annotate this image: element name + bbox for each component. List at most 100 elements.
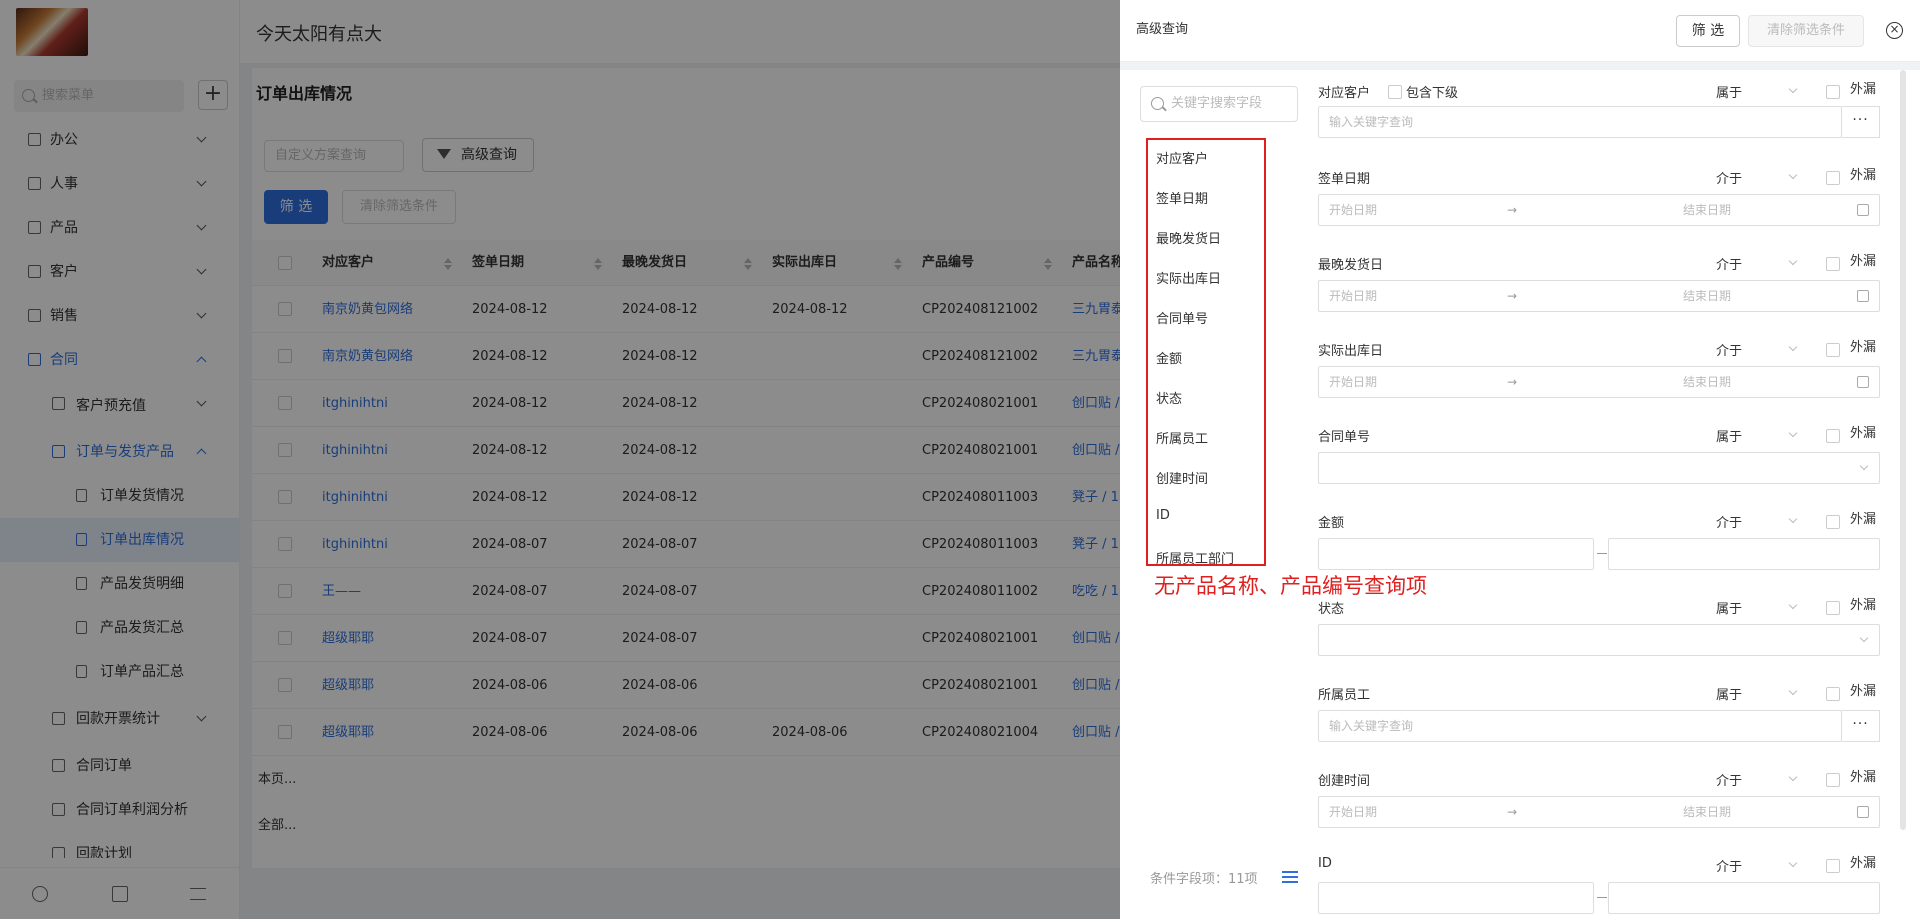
condition-count: 条件字段项：11项 [1150, 872, 1258, 887]
condition-label: 合同单号 [1318, 430, 1371, 445]
drawer-filter-button[interactable]: 筛 选 [1676, 15, 1740, 47]
exclude-label: 外漏 [1850, 856, 1877, 871]
exclude-checkbox[interactable] [1826, 343, 1840, 357]
operator-select[interactable]: 介于 [1716, 512, 1742, 531]
calendar-icon [1857, 290, 1869, 302]
drawer-header: 高级查询 筛 选 清除筛选条件 × [1120, 0, 1920, 62]
condition-label: 创建时间 [1318, 774, 1371, 789]
exclude-label: 外漏 [1850, 770, 1877, 785]
exclude-checkbox[interactable] [1826, 687, 1840, 701]
exclude-label: 外漏 [1850, 340, 1877, 355]
field-list-item[interactable]: 最晚发货日 [1156, 228, 1221, 247]
field-list-item[interactable]: 创建时间 [1156, 468, 1208, 487]
exclude-checkbox[interactable] [1826, 85, 1840, 99]
modal-overlay[interactable] [0, 0, 1120, 919]
status-select[interactable] [1318, 624, 1880, 656]
operator-select[interactable]: 介于 [1716, 168, 1742, 187]
more-button[interactable]: ··· [1842, 710, 1880, 742]
chevron-down-icon [1788, 428, 1798, 438]
settings-sliders-icon[interactable] [1282, 868, 1298, 884]
operator-select[interactable]: 介于 [1716, 770, 1742, 789]
exclude-checkbox[interactable] [1826, 773, 1840, 787]
start-date: 开始日期 [1329, 805, 1378, 819]
date-range-input[interactable]: 开始日期 → 结束日期 [1318, 366, 1880, 398]
condition-row-contract-no: 合同单号 属于 外漏 [1318, 426, 1892, 486]
end-date: 结束日期 [1683, 805, 1732, 819]
field-list-item[interactable]: ID [1156, 508, 1170, 523]
calendar-icon [1857, 376, 1869, 388]
field-list-item[interactable]: 所属员工部门 [1156, 548, 1234, 567]
close-icon[interactable]: × [1886, 22, 1903, 39]
operator-select[interactable]: 介于 [1716, 856, 1742, 875]
field-list-item[interactable]: 金额 [1156, 348, 1182, 367]
date-range-input[interactable]: 开始日期 → 结束日期 [1318, 796, 1880, 828]
condition-row-sign-date: 签单日期 介于 外漏 开始日期 → 结束日期 [1318, 168, 1892, 228]
condition-panel: 对应客户 包含下级 属于 外漏 输入关键字查询 ··· 签单日期 介于 外漏 开… [1318, 70, 1920, 919]
exclude-checkbox[interactable] [1826, 257, 1840, 271]
field-list-item[interactable]: 实际出库日 [1156, 268, 1221, 287]
calendar-icon [1857, 204, 1869, 216]
chevron-down-icon [1788, 514, 1798, 524]
chevron-down-icon [1788, 84, 1798, 94]
field-list-item[interactable]: 状态 [1156, 388, 1182, 407]
arrow-right-icon: → [1507, 375, 1518, 389]
exclude-label: 外漏 [1850, 512, 1877, 527]
field-keyword-search[interactable]: 关键字搜索字段 [1140, 86, 1298, 122]
include-sub-checkbox[interactable] [1388, 85, 1402, 99]
chevron-down-icon [1859, 461, 1869, 471]
exclude-label: 外漏 [1850, 168, 1877, 183]
operator-select[interactable]: 属于 [1716, 684, 1742, 703]
exclude-checkbox[interactable] [1826, 429, 1840, 443]
end-date: 结束日期 [1683, 203, 1732, 217]
start-date: 开始日期 [1329, 289, 1378, 303]
operator-select[interactable]: 属于 [1716, 82, 1742, 101]
condition-label: 对应客户 [1318, 86, 1371, 101]
exclude-label: 外漏 [1850, 82, 1877, 97]
app-root: 搜索菜单 + 办公 人事 产品 客户 销售 合同 客户预充值 订单与发货产品 订… [0, 0, 1920, 919]
include-sub-label: 包含下级 [1406, 86, 1459, 101]
operator-select[interactable]: 介于 [1716, 254, 1742, 273]
exclude-checkbox[interactable] [1826, 171, 1840, 185]
condition-label: 签单日期 [1318, 172, 1371, 187]
more-button[interactable]: ··· [1842, 106, 1880, 138]
exclude-label: 外漏 [1850, 254, 1877, 269]
field-list-item[interactable]: 合同单号 [1156, 308, 1208, 327]
operator-select[interactable]: 属于 [1716, 426, 1742, 445]
field-list-item[interactable]: 签单日期 [1156, 188, 1208, 207]
condition-row-actual-outbound: 实际出库日 介于 外漏 开始日期 → 结束日期 [1318, 340, 1892, 400]
field-list-panel: 关键字搜索字段 对应客户 签单日期 最晚发货日 实际出库日 合同单号 金额 状态… [1120, 70, 1427, 919]
date-range-input[interactable]: 开始日期 → 结束日期 [1318, 280, 1880, 312]
condition-label: 实际出库日 [1318, 344, 1384, 359]
contract-no-select[interactable] [1318, 452, 1880, 484]
id-max-input[interactable] [1608, 882, 1880, 914]
arrow-right-icon: → [1507, 289, 1518, 303]
operator-select[interactable]: 介于 [1716, 340, 1742, 359]
condition-label: 最晚发货日 [1318, 258, 1384, 273]
chevron-down-icon [1788, 342, 1798, 352]
exclude-label: 外漏 [1850, 426, 1877, 441]
condition-row-latest-delivery: 最晚发货日 介于 外漏 开始日期 → 结束日期 [1318, 254, 1892, 314]
exclude-checkbox[interactable] [1826, 859, 1840, 873]
drawer-clear-button[interactable]: 清除筛选条件 [1748, 15, 1864, 47]
customer-input[interactable]: 输入关键字查询 [1318, 106, 1842, 138]
arrow-right-icon: → [1507, 805, 1518, 819]
exclude-checkbox[interactable] [1826, 601, 1840, 615]
field-list-item[interactable]: 所属员工 [1156, 428, 1208, 447]
exclude-checkbox[interactable] [1826, 515, 1840, 529]
arrow-right-icon: → [1507, 203, 1518, 217]
chevron-down-icon [1788, 686, 1798, 696]
condition-row-amount: 金额 介于 外漏 [1318, 512, 1892, 572]
condition-label: 状态 [1318, 602, 1345, 617]
advanced-query-drawer: 高级查询 筛 选 清除筛选条件 × 关键字搜索字段 对应客户 签单日期 最晚发货… [1120, 0, 1920, 919]
operator-select[interactable]: 属于 [1716, 598, 1742, 617]
amount-min-input[interactable] [1318, 538, 1594, 570]
amount-max-input[interactable] [1608, 538, 1880, 570]
scrollbar[interactable] [1900, 70, 1906, 830]
field-list-item[interactable]: 对应客户 [1156, 148, 1208, 167]
range-separator [1597, 553, 1607, 554]
date-range-input[interactable]: 开始日期 → 结束日期 [1318, 194, 1880, 226]
condition-row-status: 状态 属于 外漏 [1318, 598, 1892, 658]
id-min-input[interactable] [1318, 882, 1594, 914]
field-list: 对应客户 签单日期 最晚发货日 实际出库日 合同单号 金额 状态 所属员工 创建… [1146, 138, 1266, 567]
employee-input[interactable]: 输入关键字查询 [1318, 710, 1842, 742]
